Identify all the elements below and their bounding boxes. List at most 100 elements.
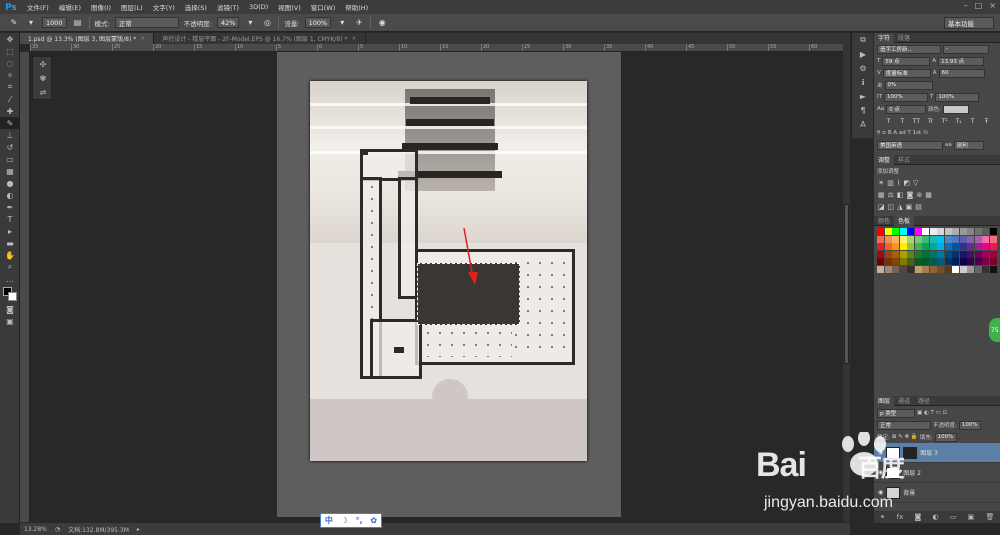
faux-bold-button[interactable]: T — [884, 117, 893, 126]
scrollbar-thumb[interactable] — [844, 204, 849, 364]
healing-tool-icon[interactable]: ✚ — [0, 105, 20, 117]
swatch[interactable] — [914, 235, 922, 243]
swatch[interactable] — [877, 235, 884, 243]
menu-window[interactable]: 窗口(W) — [306, 2, 341, 12]
swatch-grid[interactable] — [874, 226, 1000, 275]
swatch[interactable] — [914, 243, 922, 250]
menu-file[interactable]: 文件(F) — [22, 2, 54, 12]
swatch[interactable] — [944, 235, 952, 243]
swatch[interactable] — [974, 228, 982, 235]
tab-paragraph[interactable]: 段落 — [894, 33, 914, 42]
underline-button[interactable]: T — [968, 117, 977, 126]
swatch[interactable] — [884, 235, 892, 243]
swatch[interactable] — [907, 243, 914, 250]
swatch[interactable] — [884, 243, 892, 250]
swatch[interactable] — [967, 235, 974, 243]
flow-input[interactable]: 100% — [304, 17, 332, 28]
swatch[interactable] — [877, 228, 884, 235]
screen-mode-icon[interactable]: ▣ — [0, 315, 20, 327]
swatch[interactable] — [937, 228, 944, 235]
fx-icon[interactable]: fx — [897, 513, 904, 521]
small-caps-button[interactable]: Tr — [926, 117, 935, 126]
swatch[interactable] — [959, 265, 967, 273]
chevron-right-icon[interactable]: ▸ — [137, 526, 140, 533]
lock-icons[interactable]: ⊠ ✎ ✥ 🔒 — [892, 434, 918, 440]
font-size-input[interactable]: 59 点 — [882, 56, 931, 66]
swatch[interactable] — [952, 250, 959, 258]
menu-image[interactable]: 图像(I) — [86, 2, 116, 12]
swatch[interactable] — [907, 228, 914, 235]
menu-select[interactable]: 选择(S) — [180, 2, 212, 12]
baseline-input[interactable]: 0 点 — [886, 104, 927, 114]
eye-icon[interactable]: ◉ — [878, 449, 883, 456]
opacity-input[interactable]: 42% — [216, 17, 240, 28]
background-color[interactable] — [8, 292, 17, 301]
zoom-level[interactable]: 13.28% — [24, 526, 47, 533]
swatch[interactable] — [989, 228, 997, 235]
swatch[interactable] — [944, 228, 952, 235]
tab-styles[interactable]: 样式 — [894, 155, 914, 164]
swatch[interactable] — [959, 250, 967, 258]
swatch[interactable] — [922, 258, 929, 265]
swatch[interactable] — [959, 235, 967, 243]
zoom-tool-icon[interactable]: ⌕ — [0, 261, 20, 273]
swatch[interactable] — [989, 235, 997, 243]
swatch[interactable] — [982, 243, 989, 250]
swatch[interactable] — [922, 235, 929, 243]
close-icon[interactable]: × — [140, 35, 145, 42]
airbrush-icon[interactable]: ✈ — [353, 17, 365, 29]
marquee-tool-icon[interactable]: ⬚ — [0, 45, 20, 57]
swatch[interactable] — [937, 265, 944, 273]
quick-mask-icon[interactable]: ◙ — [0, 303, 20, 315]
all-caps-button[interactable]: TT — [912, 117, 921, 126]
vertical-scrollbar[interactable] — [843, 44, 850, 522]
swatch[interactable] — [937, 235, 944, 243]
brush-preset-icon[interactable]: ✾ — [33, 71, 53, 85]
swatch[interactable] — [884, 258, 892, 265]
swatch[interactable] — [974, 250, 982, 258]
hand-tool-icon[interactable]: ✋ — [0, 249, 20, 261]
superscript-button[interactable]: T¹ — [940, 117, 949, 126]
tab-document-1[interactable]: 1.psd @ 13.3% (图层 3, 图层蒙版/8) * × — [20, 33, 155, 44]
swatch[interactable] — [944, 265, 952, 273]
properties-icon[interactable]: ⚙ — [852, 61, 874, 75]
swatch[interactable] — [967, 250, 974, 258]
subscript-button[interactable]: T₁ — [954, 117, 963, 126]
leading-input[interactable]: 13.93 点 — [938, 56, 985, 66]
color-lookup-icon[interactable]: ▦ — [925, 191, 932, 199]
swatch[interactable] — [989, 258, 997, 265]
swatch[interactable] — [892, 250, 899, 258]
dodge-tool-icon[interactable]: ◐ — [0, 189, 20, 201]
swatch[interactable] — [899, 258, 907, 265]
swatch[interactable] — [899, 243, 907, 250]
history-icon[interactable]: ⧉ — [852, 33, 874, 47]
swatch[interactable] — [914, 228, 922, 235]
tsume-input[interactable]: 0% — [884, 80, 933, 90]
brush-tool-icon[interactable]: ✎ — [0, 117, 20, 129]
hue-saturation-icon[interactable]: ▦ — [878, 191, 885, 199]
swatch[interactable] — [922, 250, 929, 258]
swatch[interactable] — [937, 250, 944, 258]
swatch[interactable] — [922, 228, 929, 235]
swatch[interactable] — [974, 265, 982, 273]
tab-color[interactable]: 颜色 — [874, 216, 894, 225]
vertical-scale-input[interactable]: 100% — [883, 92, 928, 102]
workspace-select[interactable]: 基本功能 — [944, 17, 994, 29]
swatch[interactable] — [907, 258, 914, 265]
delete-layer-icon[interactable]: 🗑 — [985, 513, 994, 521]
gradient-map-icon[interactable]: ▤ — [915, 203, 922, 211]
layer-row[interactable]: ◉ 图层 3 — [874, 443, 1000, 463]
paragraph-icon[interactable]: ¶ — [852, 103, 874, 117]
move-tool-icon[interactable]: ✥ — [0, 33, 20, 45]
new-group-icon[interactable]: ▭ — [950, 513, 957, 521]
swatch[interactable] — [937, 243, 944, 250]
language-select[interactable]: 美国英语 — [877, 140, 943, 150]
info-icon[interactable]: ℹ — [852, 75, 874, 89]
path-select-tool-icon[interactable]: ▸ — [0, 225, 20, 237]
actions-icon[interactable]: ▶ — [852, 47, 874, 61]
swatch[interactable] — [952, 235, 959, 243]
color-balance-icon[interactable]: ⚖ — [888, 191, 894, 199]
swatch[interactable] — [982, 265, 989, 273]
new-adjustment-icon[interactable]: ◐ — [932, 513, 938, 521]
swatch[interactable] — [899, 235, 907, 243]
